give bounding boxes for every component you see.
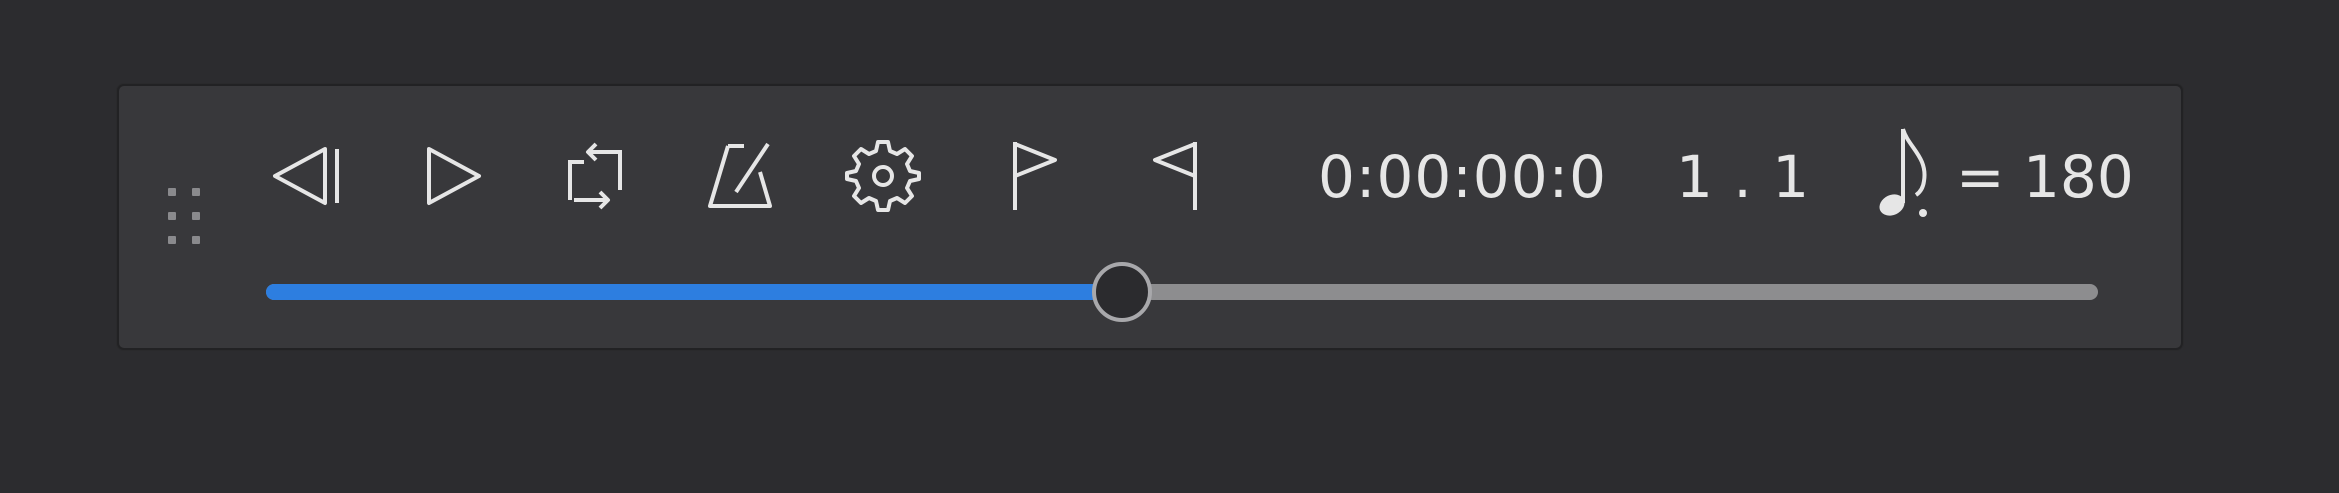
loop-end-flag-icon <box>1153 142 1197 210</box>
playback-progress-track[interactable] <box>266 284 2098 300</box>
drag-handle-icon[interactable] <box>166 186 202 248</box>
play-button[interactable] <box>410 133 490 219</box>
time-display: 0:00:00:0 <box>1318 143 1608 211</box>
settings-button[interactable] <box>842 133 924 219</box>
rewind-button[interactable] <box>262 133 348 219</box>
measure-display: 1 . 1 <box>1676 143 1811 211</box>
tempo-display: = 180 <box>1956 143 2134 211</box>
playback-position-knob[interactable] <box>1092 262 1152 322</box>
play-icon <box>427 147 481 205</box>
rewind-to-start-icon <box>273 147 339 205</box>
loop-start-flag-icon <box>1013 142 1057 210</box>
loop-start-button[interactable] <box>990 133 1070 219</box>
metronome-button[interactable] <box>698 133 782 219</box>
loop-button[interactable] <box>552 133 636 219</box>
gear-icon <box>845 140 921 212</box>
loop-icon <box>568 142 622 210</box>
dotted-eighth-note-icon <box>1879 128 1927 217</box>
playback-progress-fill <box>266 284 1122 300</box>
loop-end-button[interactable] <box>1130 133 1210 219</box>
metronome-icon <box>708 142 772 208</box>
